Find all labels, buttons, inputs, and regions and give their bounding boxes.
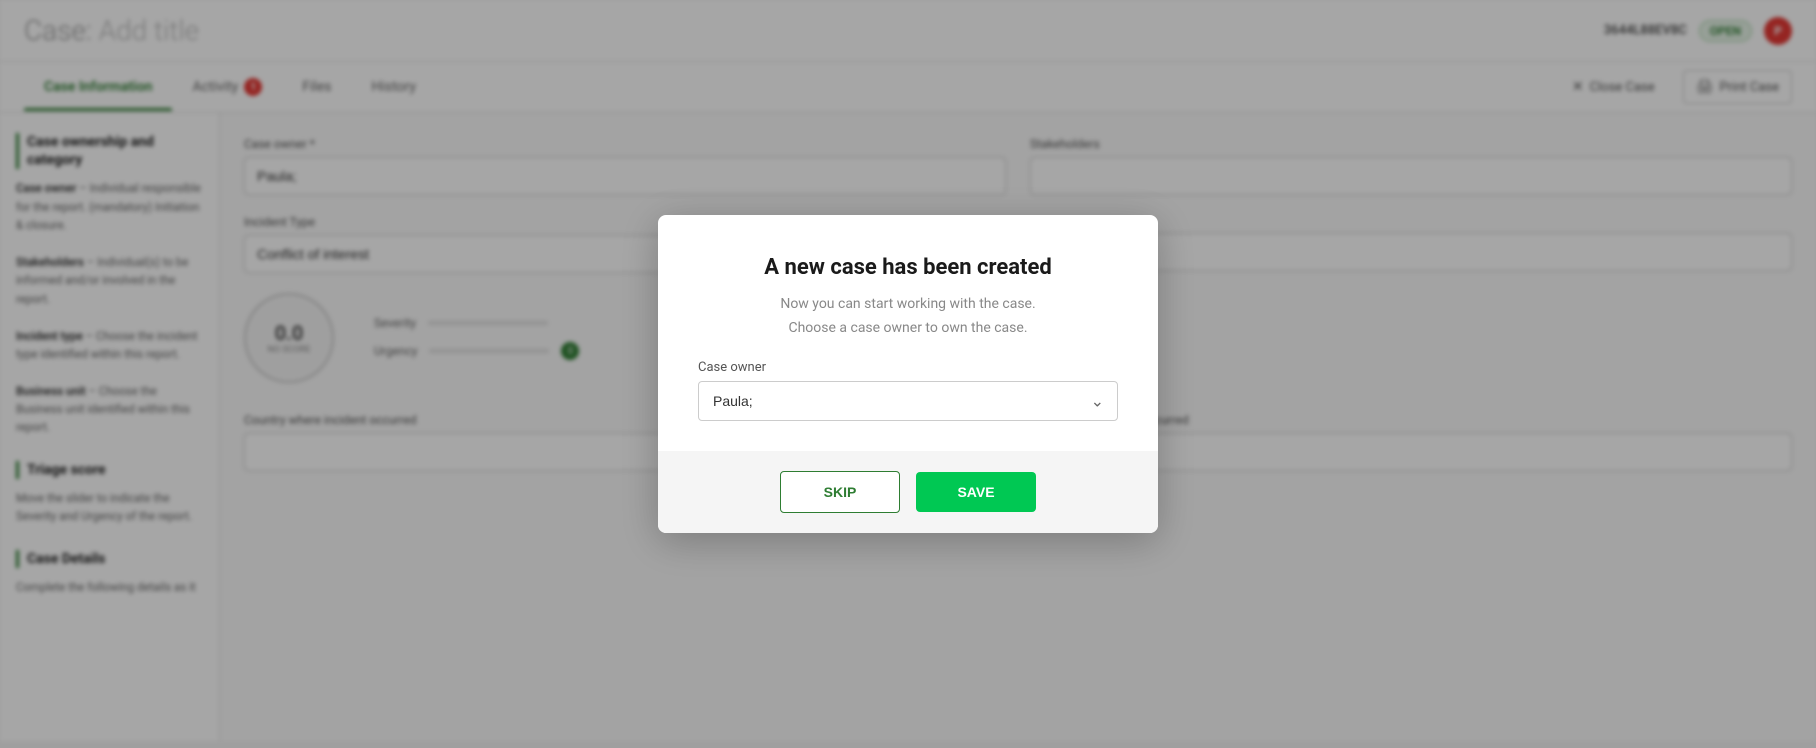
modal-footer: SKIP SAVE [658, 451, 1158, 533]
save-button[interactable]: SAVE [916, 472, 1036, 512]
modal-subtitle-2: Choose a case owner to own the case. [698, 320, 1118, 336]
modal-case-owner-label: Case owner [698, 360, 1118, 375]
modal-overlay: A new case has been created Now you can … [0, 0, 1816, 748]
modal-select-wrapper: Paula; ⌄ [698, 381, 1118, 421]
new-case-modal: A new case has been created Now you can … [658, 215, 1158, 533]
modal-form: Case owner Paula; ⌄ [698, 360, 1118, 421]
modal-title: A new case has been created [698, 255, 1118, 280]
modal-case-owner-select[interactable]: Paula; [698, 381, 1118, 421]
modal-subtitle-1: Now you can start working with the case. [698, 296, 1118, 312]
skip-button[interactable]: SKIP [780, 471, 900, 513]
modal-body: A new case has been created Now you can … [658, 215, 1158, 451]
